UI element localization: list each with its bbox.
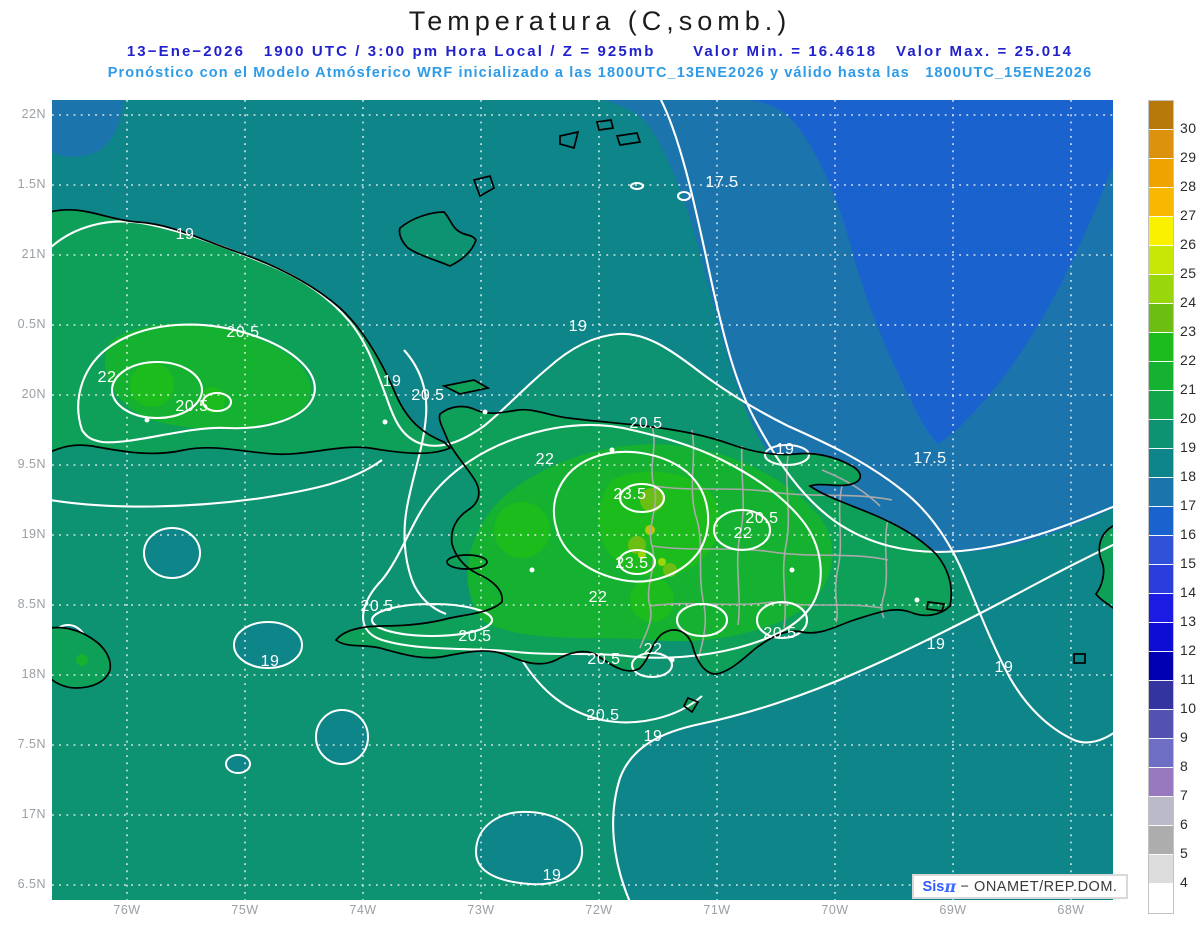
colorbar-tick-label: 9	[1180, 729, 1189, 745]
colorbar-tick-label: 5	[1180, 845, 1189, 861]
colorbar-cell	[1149, 275, 1173, 304]
weather-forecast-chart: Temperatura (C,somb.) 13−Ene−2026 1900 U…	[0, 0, 1200, 927]
lat-tick-label: 9.5N	[17, 457, 46, 471]
colorbar-tick-label: 15	[1180, 555, 1197, 571]
lat-tick-label: 18N	[21, 667, 46, 681]
colorbar-cell	[1149, 594, 1173, 623]
colorbar-cell	[1149, 333, 1173, 362]
colorbar-cell	[1149, 246, 1173, 275]
colorbar-tick-label: 27	[1180, 207, 1197, 223]
colorbar-cell	[1149, 159, 1173, 188]
onamet-watermark: Sis π − ONAMET/REP.DOM.	[912, 874, 1128, 899]
colorbar-cell	[1149, 855, 1173, 884]
colorbar-tick-label: 7	[1180, 787, 1189, 803]
lat-tick-label: 7.5N	[17, 737, 46, 751]
colorbar-tick-label: 28	[1180, 178, 1197, 194]
colorbar-cell	[1149, 797, 1173, 826]
lon-tick-label: 73W	[467, 903, 495, 917]
colorbar-cell	[1149, 768, 1173, 797]
lon-tick-label: 74W	[349, 903, 377, 917]
colorbar-tick-label: 10	[1180, 700, 1197, 716]
colorbar-tick-label: 17	[1180, 497, 1197, 513]
colorbar-cell	[1149, 681, 1173, 710]
colorbar-tick-label: 12	[1180, 642, 1197, 658]
temperature-colorbar	[1148, 100, 1174, 914]
lat-tick-label: 17N	[21, 807, 46, 821]
colorbar-tick-label: 30	[1180, 120, 1197, 136]
lon-tick-label: 75W	[231, 903, 259, 917]
lat-tick-label: 0.5N	[17, 317, 46, 331]
lon-tick-label: 68W	[1057, 903, 1085, 917]
lon-tick-label: 71W	[703, 903, 731, 917]
colorbar-cell	[1149, 739, 1173, 768]
colorbar-cell	[1149, 217, 1173, 246]
colorbar-cell	[1149, 652, 1173, 681]
colorbar-cell	[1149, 826, 1173, 855]
lat-tick-label: 21N	[21, 247, 46, 261]
lon-tick-label: 76W	[113, 903, 141, 917]
colorbar-cell	[1149, 536, 1173, 565]
map-plot-area: 17.5 19 19 19 20.5 22 20.5 20.5 20.5 19 22 17.5 23.5…	[52, 100, 1113, 900]
watermark-text: − ONAMET/REP.DOM.	[956, 878, 1118, 895]
lat-tick-label: 22N	[21, 107, 46, 121]
colorbar-cell	[1149, 449, 1173, 478]
lat-tick-label: 20N	[21, 387, 46, 401]
colorbar-cell	[1149, 362, 1173, 391]
colorbar-cell	[1149, 304, 1173, 333]
colorbar-tick-label: 29	[1180, 149, 1197, 165]
colorbar-tick-label: 26	[1180, 236, 1197, 252]
colorbar-cell	[1149, 507, 1173, 536]
colorbar-cell	[1149, 623, 1173, 652]
lat-tick-label: 1.5N	[17, 177, 46, 191]
subtitle-datetime-minmax: 13−Ene−2026 1900 UTC / 3:00 pm Hora Loca…	[126, 43, 1074, 60]
lon-tick-label: 70W	[821, 903, 849, 917]
colorbar-cell	[1149, 884, 1173, 913]
colorbar-tick-label: 14	[1180, 584, 1197, 600]
colorbar-cell	[1149, 391, 1173, 420]
colorbar-tick-label: 8	[1180, 758, 1189, 774]
colorbar-cell	[1149, 130, 1173, 159]
colorbar-tick-label: 25	[1180, 265, 1197, 281]
colorbar-tick-label: 18	[1180, 468, 1197, 484]
lat-tick-label: 19N	[21, 527, 46, 541]
colorbar-tick-label: 19	[1180, 439, 1197, 455]
colorbar-tick-label: 23	[1180, 323, 1197, 339]
colorbar-cell	[1149, 565, 1173, 594]
colorbar-tick-label: 21	[1180, 381, 1197, 397]
colorbar-cell	[1149, 420, 1173, 449]
colorbar-tick-label: 24	[1180, 294, 1197, 310]
colorbar-tick-label: 22	[1180, 352, 1197, 368]
colorbar-tick-label: 6	[1180, 816, 1189, 832]
page-title: Temperatura (C,somb.)	[408, 6, 792, 36]
colorbar-tick-label: 4	[1180, 874, 1189, 890]
colorbar-tick-label: 13	[1180, 613, 1197, 629]
lat-tick-label: 8.5N	[17, 597, 46, 611]
lat-tick-label: 6.5N	[17, 877, 46, 891]
subtitle-model-run: Pronóstico con el Modelo Atmósferico WRF…	[107, 65, 1093, 81]
colorbar-cell	[1149, 478, 1173, 507]
colorbar-tick-label: 16	[1180, 526, 1197, 542]
lon-tick-label: 72W	[585, 903, 613, 917]
temperature-contour-map	[52, 100, 1113, 900]
pi-icon: π	[944, 877, 957, 896]
colorbar-tick-label: 20	[1180, 410, 1197, 426]
colorbar-cell	[1149, 188, 1173, 217]
colorbar-cell	[1149, 101, 1173, 130]
colorbar-tick-label: 11	[1180, 671, 1196, 687]
lon-tick-label: 69W	[939, 903, 967, 917]
colorbar-cell	[1149, 710, 1173, 739]
watermark-brand: Sis	[922, 878, 945, 895]
